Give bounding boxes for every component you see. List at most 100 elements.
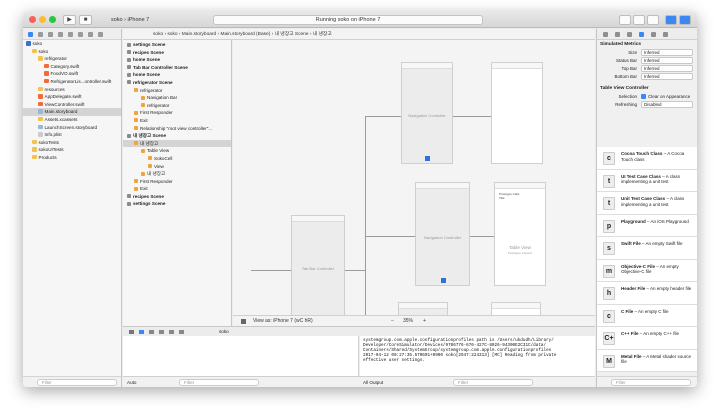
symbol-icon[interactable] xyxy=(38,32,43,37)
output-select[interactable]: All Output xyxy=(363,377,383,387)
clear-on-appearance-checkbox[interactable] xyxy=(641,94,646,99)
template-item[interactable]: s Swift File – An empty Swift file xyxy=(597,237,697,260)
toggle-inspector-button[interactable] xyxy=(679,15,691,25)
metric-select[interactable]: Inferred xyxy=(641,65,693,72)
file-tree-item[interactable]: resources xyxy=(23,86,121,94)
file-tree-item[interactable]: Assets.xcassets xyxy=(23,116,121,124)
outline-scene[interactable]: home Scene xyxy=(123,71,231,79)
outline-item[interactable]: Relationship "root view controller"... xyxy=(123,125,231,133)
file-tree-item[interactable]: AppDelegate.swift xyxy=(23,93,121,101)
outline-item[interactable]: refrigerator xyxy=(123,87,231,95)
navigator-filter-input[interactable]: Filter xyxy=(37,379,117,386)
variables-filter-input[interactable]: Filter xyxy=(179,379,259,386)
refreshing-select[interactable]: Disabled xyxy=(641,101,693,108)
outline-item[interactable]: Exit xyxy=(123,185,231,193)
pause-icon[interactable] xyxy=(149,330,154,334)
version-editor-button[interactable] xyxy=(647,15,659,25)
template-item[interactable]: c Cocoa Touch Class – A Cocoa Touch class xyxy=(597,147,697,170)
storyboard-canvas[interactable]: Tab Bar Controller Navigation Controller… xyxy=(233,40,595,315)
size-inspector-icon[interactable] xyxy=(651,32,656,37)
breakpoint-toggle-icon[interactable] xyxy=(139,330,144,334)
outline-item[interactable]: Table View xyxy=(123,147,231,155)
console-filter-input[interactable]: Filter xyxy=(453,379,533,386)
variables-view[interactable] xyxy=(123,336,359,376)
outline-scene[interactable]: settings Scene xyxy=(123,41,231,49)
file-tree-item[interactable]: sokoTests xyxy=(23,139,121,147)
template-item[interactable]: cC File – An empty C file xyxy=(597,304,697,327)
metric-select[interactable]: Inferred xyxy=(641,49,693,56)
template-item[interactable]: C+ C++ File – An empty C++ file xyxy=(597,327,697,350)
template-item[interactable]: t UI Test Case Class – A class implementi… xyxy=(597,169,697,192)
library-filter-input[interactable]: Filter xyxy=(611,379,691,386)
recipes-scene[interactable] xyxy=(398,302,448,315)
console-output[interactable]: systemgroup.com.apple.configurationprofi… xyxy=(360,336,595,376)
breakpoint-icon[interactable] xyxy=(88,32,93,37)
file-tree-item[interactable]: soko xyxy=(23,48,121,56)
file-tree-item[interactable]: Category.swift xyxy=(23,63,121,71)
outline-scene[interactable]: refrigerator Scene xyxy=(123,79,231,87)
outline-scene[interactable]: 내 냉장고 Scene xyxy=(123,132,231,140)
outline-item[interactable]: Navigation Bar xyxy=(123,94,231,102)
identity-inspector-icon[interactable] xyxy=(627,32,632,37)
report-icon[interactable] xyxy=(98,32,103,37)
file-tree-item[interactable]: Main.storyboard xyxy=(23,108,121,116)
search-icon[interactable] xyxy=(48,32,53,37)
warning-icon[interactable] xyxy=(58,32,63,37)
template-item[interactable]: p Playground – An iOS Playground xyxy=(597,214,697,237)
step-over-icon[interactable] xyxy=(159,330,164,334)
outline-item[interactable]: View xyxy=(123,163,231,171)
minimize-window-button[interactable] xyxy=(39,16,46,23)
folder-icon[interactable] xyxy=(28,32,33,37)
zoom-window-button[interactable] xyxy=(49,16,56,23)
file-tree-item[interactable]: FoodVO.swift xyxy=(23,70,121,78)
settings-scene[interactable] xyxy=(491,302,541,315)
template-item[interactable]: m Objective-C File – An empty Objective-C… xyxy=(597,259,697,282)
step-in-icon[interactable] xyxy=(169,330,174,334)
scheme-selector[interactable]: soko › iPhone 7 xyxy=(111,15,149,25)
outline-item[interactable]: SokoCell xyxy=(123,155,231,163)
hide-debug-icon[interactable] xyxy=(129,330,134,334)
table-view-scene[interactable]: Prototype Cells Title Table View Prototyp… xyxy=(494,182,546,286)
tab-bar-controller-scene[interactable]: Tab Bar Controller xyxy=(291,215,345,315)
file-tree-item[interactable]: Info.plist xyxy=(23,131,121,139)
metric-select[interactable]: Inferred xyxy=(641,73,693,80)
jump-bar[interactable]: soko › soko › Main.storyboard › Main.sto… xyxy=(123,29,595,40)
outline-item[interactable]: First Responder xyxy=(123,178,231,186)
standard-editor-button[interactable] xyxy=(619,15,631,25)
attributes-inspector-icon[interactable] xyxy=(639,32,644,37)
outline-toggle-icon[interactable] xyxy=(241,319,246,324)
file-tree-item[interactable]: RefrigeratorLis...ontroller.swift xyxy=(23,78,121,86)
debug-icon[interactable] xyxy=(78,32,83,37)
outline-item[interactable]: 내 냉장고 xyxy=(123,139,231,148)
stop-button[interactable]: ■ xyxy=(79,15,92,25)
outline-item[interactable]: First Responder xyxy=(123,109,231,117)
outline-item[interactable]: 내 냉장고 xyxy=(123,170,231,178)
outline-scene[interactable]: recipes Scene xyxy=(123,49,231,57)
outline-item[interactable]: refrigerator xyxy=(123,102,231,110)
file-tree-item[interactable]: Products xyxy=(23,154,121,162)
run-button[interactable]: ▶ xyxy=(63,15,76,25)
navigation-controller-scene[interactable]: Navigation Controller xyxy=(401,62,453,164)
template-item[interactable]: t Unit Test Case Class – A class implemen… xyxy=(597,192,697,215)
file-tree-item[interactable]: sokoUITests xyxy=(23,146,121,154)
help-inspector-icon[interactable] xyxy=(615,32,620,37)
file-tree-item[interactable]: LaunchScreen.storyboard xyxy=(23,124,121,132)
connections-inspector-icon[interactable] xyxy=(663,32,668,37)
metric-select[interactable]: Inferred xyxy=(641,57,693,64)
file-tree-item[interactable]: ViewController.swift xyxy=(23,101,121,109)
file-inspector-icon[interactable] xyxy=(603,32,608,37)
variables-scope-select[interactable]: Auto xyxy=(127,377,136,387)
close-window-button[interactable] xyxy=(29,16,36,23)
step-out-icon[interactable] xyxy=(179,330,184,334)
outline-scene[interactable]: home Scene xyxy=(123,56,231,64)
home-scene[interactable] xyxy=(491,62,543,164)
template-item[interactable]: h Header File – An empty header file xyxy=(597,282,697,305)
toggle-navigator-button[interactable] xyxy=(665,15,677,25)
outline-item[interactable]: Exit xyxy=(123,117,231,125)
assistant-editor-button[interactable] xyxy=(633,15,645,25)
file-tree-item[interactable]: refrigerator xyxy=(23,55,121,63)
navigation-controller-scene-2[interactable]: Navigation Controller xyxy=(415,182,470,286)
outline-scene[interactable]: Tab Bar Controller Scene xyxy=(123,64,231,72)
outline-scene[interactable]: recipes Scene xyxy=(123,193,231,201)
test-icon[interactable] xyxy=(68,32,73,37)
